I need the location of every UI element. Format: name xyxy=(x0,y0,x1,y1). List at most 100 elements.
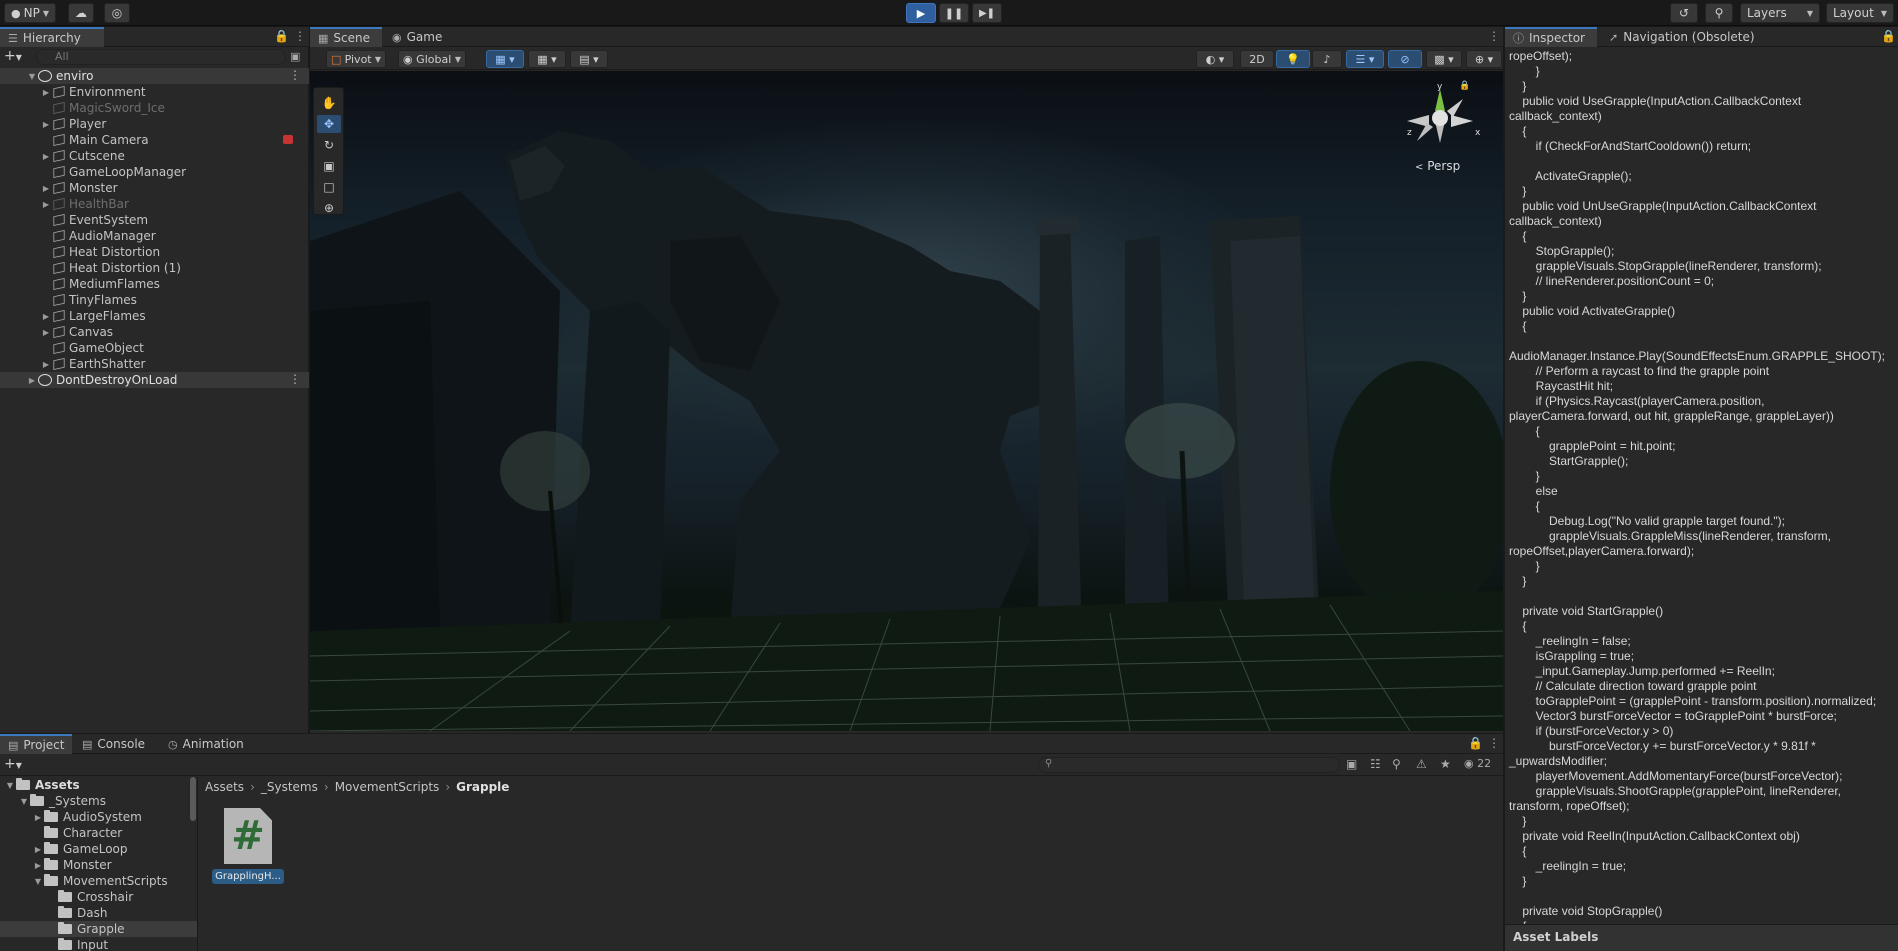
hand-tool-button[interactable]: ✋ xyxy=(317,94,341,112)
hierarchy-item[interactable]: ▶ HealthBar xyxy=(0,196,309,212)
kebab-menu-icon[interactable]: ⋮ xyxy=(289,68,301,82)
hierarchy-item[interactable]: ▶ Environment xyxy=(0,84,309,100)
lock-icon[interactable]: 🔒 xyxy=(1881,29,1896,43)
breadcrumb-item[interactable]: MovementScripts xyxy=(335,780,440,794)
tab-inspector[interactable]: ⓘ Inspector xyxy=(1505,27,1597,47)
hierarchy-item[interactable]: ▶ LargeFlames xyxy=(0,308,309,324)
move-tool-button[interactable]: ✥ xyxy=(317,115,341,133)
lighting-toggle[interactable]: 💡 xyxy=(1276,50,1310,68)
expand-arrow-icon[interactable]: ▶ xyxy=(40,200,52,209)
transform-tool-button[interactable]: ⊕ xyxy=(317,199,341,217)
pivot-dropdown[interactable]: □ Pivot ▼ xyxy=(326,50,386,68)
expand-arrow-icon[interactable]: ▶ xyxy=(40,120,52,129)
hierarchy-item[interactable]: MagicSword_Ice xyxy=(0,100,309,116)
tab-project[interactable]: ▤ Project xyxy=(0,734,72,754)
scene-viewport[interactable]: ✋ ✥ ↻ ▣ □ ⊕ y x z 🔒 < Persp xyxy=(310,71,1503,731)
folder-tree-item[interactable]: Dash xyxy=(0,905,197,921)
tab-animation[interactable]: ◷ Animation xyxy=(160,734,256,754)
hierarchy-item[interactable]: ▶ EarthShatter xyxy=(0,356,309,372)
breadcrumb-item[interactable]: Assets xyxy=(205,780,244,794)
collab-button[interactable]: ◎ xyxy=(104,3,130,23)
hierarchy-item[interactable]: EventSystem xyxy=(0,212,309,228)
folder-tree-item[interactable]: Character xyxy=(0,825,197,841)
history-button[interactable]: ↺ xyxy=(1670,3,1698,23)
hierarchy-search-input[interactable]: All xyxy=(36,49,286,65)
kebab-menu-icon[interactable]: ⋮ xyxy=(1488,736,1500,750)
hierarchy-item[interactable]: ▶ Canvas xyxy=(0,324,309,340)
hidden-packages-toggle[interactable]: ◉ 22 xyxy=(1464,757,1491,770)
folder-tree-item[interactable]: ▶ Monster xyxy=(0,857,197,873)
gizmos-dropdown[interactable]: ⊕ ▾ xyxy=(1466,50,1502,68)
folder-tree-item[interactable]: ▼ _Systems xyxy=(0,793,197,809)
breadcrumb-item[interactable]: Grapple xyxy=(456,780,509,794)
scene-visibility-icon[interactable]: ▣ xyxy=(290,50,300,63)
expand-arrow-icon[interactable]: ▶ xyxy=(26,376,38,385)
folder-tree-item[interactable]: Input xyxy=(0,937,197,951)
search-by-type-icon[interactable]: ▣ xyxy=(1346,757,1357,771)
projection-toggle[interactable]: < Persp xyxy=(1415,159,1460,173)
audio-toggle[interactable]: ♪ xyxy=(1312,50,1342,68)
hierarchy-item[interactable]: ▶ Cutscene xyxy=(0,148,309,164)
folder-tree-item[interactable]: ▼ Assets xyxy=(0,777,197,793)
step-button[interactable]: ▶❚ xyxy=(972,3,1002,23)
add-object-button[interactable]: +▼ xyxy=(4,49,26,65)
expand-arrow-icon[interactable]: ▶ xyxy=(40,152,52,161)
breadcrumb-item[interactable]: _Systems xyxy=(261,780,318,794)
hidden-objects-toggle[interactable]: ⊘ xyxy=(1388,50,1422,68)
kebab-menu-icon[interactable]: ⋮ xyxy=(289,372,301,386)
layers-dropdown[interactable]: Layers ▼ xyxy=(1740,3,1820,23)
expand-arrow-icon[interactable]: ▼ xyxy=(4,781,16,790)
orientation-gizmo[interactable]: y x z 🔒 < Persp xyxy=(1395,81,1485,191)
rotate-tool-button[interactable]: ↻ xyxy=(317,136,341,154)
lock-icon[interactable]: 🔒 xyxy=(1459,81,1470,91)
scene-row[interactable]: ▼ enviro ⋮ xyxy=(0,68,309,84)
expand-arrow-icon[interactable]: ▶ xyxy=(40,184,52,193)
expand-arrow-icon[interactable]: ▶ xyxy=(40,88,52,97)
asset-labels-header[interactable]: Asset Labels xyxy=(1505,924,1898,951)
warning-icon[interactable]: ⚠ xyxy=(1416,757,1427,771)
account-dropdown[interactable]: ● NP ▼ xyxy=(4,3,56,23)
tab-navigation[interactable]: ➚ Navigation (Obsolete) xyxy=(1601,27,1781,47)
2d-toggle[interactable]: 2D xyxy=(1240,50,1274,68)
hierarchy-item[interactable]: Heat Distortion (1) xyxy=(0,260,309,276)
snap-increment-button[interactable]: ▦ ▾ xyxy=(528,50,566,68)
search-by-label-icon[interactable]: ☷ xyxy=(1370,757,1381,771)
tab-scene[interactable]: ▦ Scene xyxy=(310,27,382,47)
grid-snap-button[interactable]: ▦ ▾ xyxy=(486,50,524,68)
expand-arrow-icon[interactable]: ▼ xyxy=(18,797,30,806)
hierarchy-item[interactable]: MediumFlames xyxy=(0,276,309,292)
create-asset-button[interactable]: +▼ xyxy=(4,756,22,772)
expand-arrow-icon[interactable]: ▶ xyxy=(32,845,44,854)
effects-dropdown[interactable]: ☰ ▾ xyxy=(1346,50,1384,68)
expand-arrow-icon[interactable]: ▶ xyxy=(40,328,52,337)
camera-dropdown[interactable]: ▩ ▾ xyxy=(1426,50,1462,68)
align-button[interactable]: ▤ ▾ xyxy=(570,50,608,68)
hierarchy-item[interactable]: GameLoopManager xyxy=(0,164,309,180)
dont-destroy-row[interactable]: ▶ DontDestroyOnLoad ⋮ xyxy=(0,372,309,388)
rect-tool-button[interactable]: □ xyxy=(317,178,341,196)
expand-arrow-icon[interactable]: ▶ xyxy=(32,861,44,870)
play-button[interactable]: ▶ xyxy=(906,3,936,23)
tab-console[interactable]: ▤ Console xyxy=(74,734,154,754)
tag-icon[interactable]: ⚲ xyxy=(1392,757,1401,771)
pause-button[interactable]: ❚❚ xyxy=(939,3,969,23)
expand-arrow-icon[interactable]: ▶ xyxy=(32,813,44,822)
hierarchy-item[interactable]: Main Camera xyxy=(0,132,309,148)
lock-icon[interactable]: 🔒 xyxy=(274,29,289,43)
folder-tree-item[interactable]: ▼ MovementScripts xyxy=(0,873,197,889)
search-button[interactable]: ⚲ xyxy=(1705,3,1733,23)
global-dropdown[interactable]: ◉ Global ▼ xyxy=(398,50,466,68)
lock-icon[interactable]: 🔒 xyxy=(1468,736,1483,750)
hierarchy-item[interactable]: Heat Distortion xyxy=(0,244,309,260)
expand-arrow-icon[interactable]: ▶ xyxy=(40,312,52,321)
folder-tree-item[interactable]: Grapple xyxy=(0,921,197,937)
hierarchy-item[interactable]: GameObject xyxy=(0,340,309,356)
asset-tile[interactable]: # GrapplingH... xyxy=(212,808,284,888)
star-icon[interactable]: ★ xyxy=(1440,757,1451,771)
expand-arrow-icon[interactable]: ▶ xyxy=(40,360,52,369)
layout-dropdown[interactable]: Layout ▼ xyxy=(1826,3,1894,23)
expand-arrow-icon[interactable]: ▼ xyxy=(32,877,44,886)
tab-game[interactable]: ◉ Game xyxy=(384,27,454,47)
project-search-input[interactable]: ⚲ xyxy=(1038,757,1340,773)
folder-tree-item[interactable]: ▶ AudioSystem xyxy=(0,809,197,825)
